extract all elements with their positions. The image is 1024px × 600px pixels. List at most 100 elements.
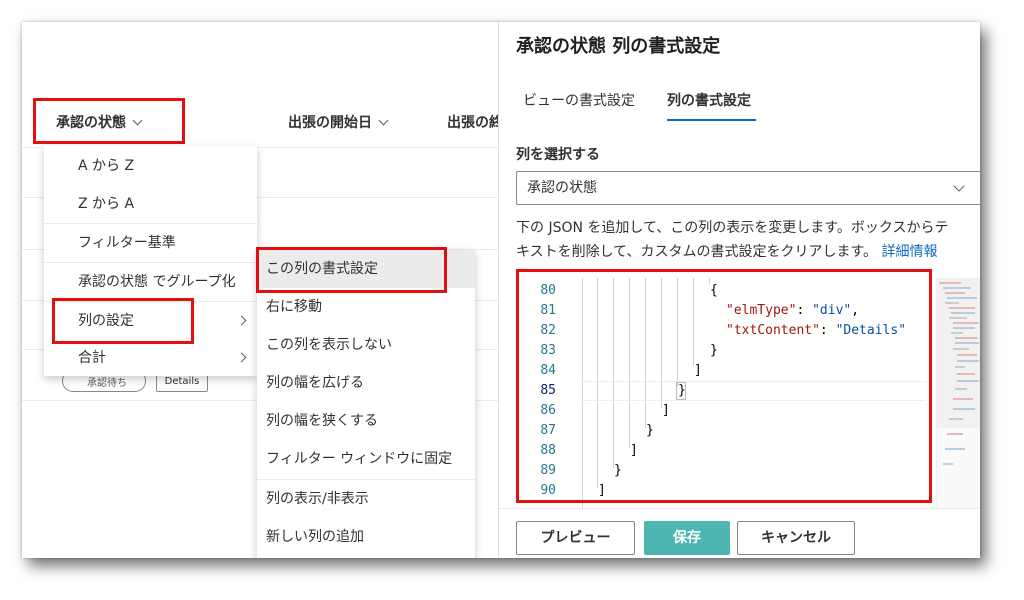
code-line: ]: [630, 443, 638, 458]
json-separator: :: [819, 323, 836, 338]
line-number-current: 85: [540, 383, 556, 398]
menu-item-label: 合計: [78, 350, 106, 366]
menu-item-sort-a-to-z[interactable]: A から Z: [44, 147, 257, 185]
submenu-item-label: この列の書式設定: [266, 261, 378, 277]
select-column-label: 列を選択する: [516, 147, 600, 163]
json-string: "Details": [835, 323, 907, 338]
submenu-item-label: 列の幅を広げる: [266, 375, 364, 391]
submenu-item-narrow-column[interactable]: 列の幅を狭くする: [257, 402, 475, 440]
menu-item-label: 列の設定: [78, 313, 134, 329]
line-number: 88: [540, 443, 556, 458]
menu-item-label: A から Z: [78, 158, 135, 174]
menu-item-group-by[interactable]: 承認の状態 でグループ化: [44, 263, 257, 301]
current-line-highlight: [582, 381, 926, 401]
menu-item-filter-by[interactable]: フィルター基準: [44, 224, 257, 262]
json-comma: ,: [851, 303, 860, 318]
description-line-1: 下の JSON を追加して、この列の表示を変更します。ボックスからテ: [516, 220, 949, 236]
list-view: 承認の状態 出張の開始日 出張の終 承認待ち Details A から Z Z …: [22, 22, 503, 558]
description-text: キストを削除して、カスタムの書式設定をクリアします。: [516, 244, 878, 260]
description-line-2: キストを削除して、カスタムの書式設定をクリアします。 詳細情報: [516, 240, 980, 264]
column-settings-submenu: この列の書式設定 右に移動 この列を表示しない 列の幅を広げる 列の幅を狭くする…: [257, 250, 475, 558]
indent-guide: [677, 278, 678, 386]
chevron-right-icon: [236, 315, 247, 326]
menu-item-label: 承認の状態 でグループ化: [78, 274, 236, 290]
submenu-item-hide-column[interactable]: この列を表示しない: [257, 326, 475, 364]
tab-view-formatting[interactable]: ビューの書式設定: [523, 90, 635, 110]
column-header-label: 出張の開始日: [288, 115, 372, 131]
menu-item-label: フィルター基準: [78, 235, 176, 251]
panel-title: 承認の状態 列の書式設定: [516, 36, 721, 57]
preview-button[interactable]: プレビュー: [516, 521, 635, 555]
submenu-item-show-hide-columns[interactable]: 列の表示/非表示: [257, 480, 475, 518]
code-line: }: [710, 343, 718, 358]
submenu-item-label: 列の幅を狭くする: [266, 413, 378, 429]
code-minimap[interactable]: [936, 278, 980, 508]
indent-guide: [645, 278, 646, 428]
line-number: 84: [540, 363, 556, 378]
line-number: 82: [540, 323, 556, 338]
submenu-item-label: 新しい列の追加: [266, 529, 364, 545]
learn-more-link[interactable]: 詳細情報: [882, 244, 938, 260]
column-header-trip-start[interactable]: 出張の開始日: [288, 112, 389, 132]
submenu-item-format-column[interactable]: この列の書式設定: [257, 250, 475, 288]
line-number: 89: [540, 463, 556, 478]
chevron-right-icon: [236, 352, 247, 363]
submenu-item-add-column[interactable]: 新しい列の追加: [257, 518, 475, 556]
line-number: 86: [540, 403, 556, 418]
formatting-description: 下の JSON を追加して、この列の表示を変更します。ボックスからテ キストを削…: [516, 216, 980, 264]
code-line: ]: [598, 483, 606, 498]
code-line: ]: [662, 403, 670, 418]
menu-item-column-settings[interactable]: 列の設定: [44, 302, 257, 340]
line-number-gutter: 80 81 82 83 84 85 86 87 88 89 90: [516, 278, 564, 508]
submenu-item-widen-column[interactable]: 列の幅を広げる: [257, 364, 475, 402]
submenu-item-move-right[interactable]: 右に移動: [257, 288, 475, 326]
indent-guide: [613, 278, 614, 468]
submenu-item-label: この列を表示しない: [266, 337, 392, 353]
code-line: "txtContent": "Details": [726, 323, 906, 338]
active-tab-indicator: [667, 119, 756, 121]
save-button[interactable]: 保存: [644, 521, 730, 555]
json-string: "div": [812, 303, 852, 318]
column-select-dropdown[interactable]: 承認の状態: [516, 171, 980, 205]
json-key: "elmType": [726, 303, 797, 318]
panel-footer: プレビュー 保存 キャンセル: [499, 508, 980, 558]
column-header-label: 承認の状態: [56, 115, 126, 131]
code-line: {: [710, 283, 718, 298]
cancel-button[interactable]: キャンセル: [737, 521, 855, 555]
submenu-item-label: フィルター ウィンドウに固定: [266, 451, 453, 467]
code-line: "elmType": "div",: [726, 303, 859, 318]
column-header-trip-end[interactable]: 出張の終: [447, 112, 503, 132]
code-line: }: [646, 423, 654, 438]
column-header-approval-status[interactable]: 承認の状態: [56, 112, 143, 132]
indent-guide: [693, 278, 694, 366]
code-line: ]: [694, 363, 702, 378]
line-number: 87: [540, 423, 556, 438]
line-number: 83: [540, 343, 556, 358]
column-select-value: 承認の状態: [527, 180, 597, 196]
json-key: "txtContent": [726, 323, 820, 338]
code-line: }: [678, 383, 686, 398]
line-number: 81: [540, 303, 556, 318]
json-separator: :: [796, 303, 813, 318]
column-header-label: 出張の終: [447, 115, 503, 131]
code-line: }: [614, 463, 622, 478]
indent-guide: [629, 278, 630, 448]
menu-item-totals[interactable]: 合計: [44, 339, 257, 377]
line-number: 90: [540, 483, 556, 498]
format-column-panel: 承認の状態 列の書式設定 ビューの書式設定 列の書式設定 列を選択する 承認の状…: [498, 22, 980, 558]
line-number: 80: [540, 283, 556, 298]
chevron-down-icon: [378, 115, 389, 126]
column-context-menu: A から Z Z から A フィルター基準 承認の状態 でグループ化 列の設定 …: [44, 146, 257, 376]
chevron-down-icon: [132, 115, 143, 126]
tab-column-formatting[interactable]: 列の書式設定: [667, 90, 751, 110]
submenu-item-pin-filter-pane[interactable]: フィルター ウィンドウに固定: [257, 440, 475, 478]
submenu-item-label: 列の表示/非表示: [266, 491, 369, 507]
submenu-item-label: 右に移動: [266, 299, 322, 315]
menu-item-sort-z-to-a[interactable]: Z から A: [44, 185, 257, 223]
status-pill-label: 承認待ち: [87, 378, 127, 389]
chevron-down-icon: [953, 180, 965, 192]
minimap-slider[interactable]: [937, 278, 980, 428]
json-code-editor[interactable]: 80 81 82 83 84 85 86 87 88 89 90 {"elmT…: [516, 278, 980, 508]
window: 承認の状態 出張の開始日 出張の終 承認待ち Details A から Z Z …: [22, 22, 980, 558]
menu-item-label: Z から A: [78, 196, 135, 212]
